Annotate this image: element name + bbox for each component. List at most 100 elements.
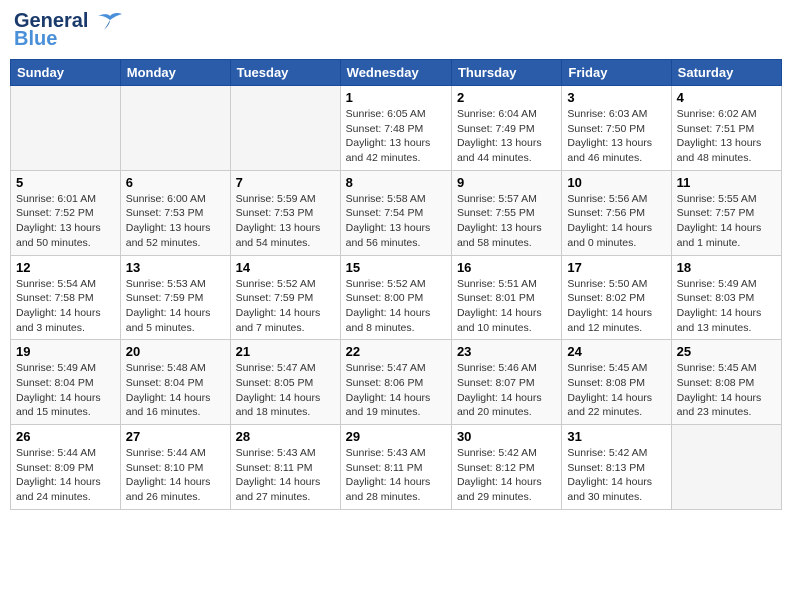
day-info: Sunrise: 5:55 AMSunset: 7:57 PMDaylight:… bbox=[677, 192, 776, 251]
day-info: Sunrise: 5:51 AMSunset: 8:01 PMDaylight:… bbox=[457, 277, 556, 336]
calendar-cell: 1 Sunrise: 6:05 AMSunset: 7:48 PMDaylight… bbox=[340, 86, 451, 171]
day-info: Sunrise: 5:44 AMSunset: 8:10 PMDaylight:… bbox=[126, 446, 225, 505]
day-info: Sunrise: 5:59 AMSunset: 7:53 PMDaylight:… bbox=[236, 192, 335, 251]
day-number: 9 bbox=[457, 175, 556, 190]
day-info: Sunrise: 6:01 AMSunset: 7:52 PMDaylight:… bbox=[16, 192, 115, 251]
day-number: 19 bbox=[16, 344, 115, 359]
calendar-week-2: 5 Sunrise: 6:01 AMSunset: 7:52 PMDaylight… bbox=[11, 170, 782, 255]
calendar-cell: 4 Sunrise: 6:02 AMSunset: 7:51 PMDaylight… bbox=[671, 86, 781, 171]
day-info: Sunrise: 5:49 AMSunset: 8:03 PMDaylight:… bbox=[677, 277, 776, 336]
calendar-cell: 17 Sunrise: 5:50 AMSunset: 8:02 PMDayligh… bbox=[562, 255, 671, 340]
day-number: 16 bbox=[457, 260, 556, 275]
calendar-cell: 12Sunrise: 5:54 AMSunset: 7:58 PMDayligh… bbox=[11, 255, 121, 340]
day-info: Sunrise: 5:44 AMSunset: 8:09 PMDaylight:… bbox=[16, 446, 115, 505]
day-info: Sunrise: 5:56 AMSunset: 7:56 PMDaylight:… bbox=[567, 192, 665, 251]
day-number: 3 bbox=[567, 90, 665, 105]
col-sunday: Sunday bbox=[11, 60, 121, 86]
day-info: Sunrise: 5:47 AMSunset: 8:05 PMDaylight:… bbox=[236, 361, 335, 420]
day-number: 10 bbox=[567, 175, 665, 190]
day-info: Sunrise: 5:54 AMSunset: 7:58 PMDaylight:… bbox=[16, 277, 115, 336]
calendar-cell: 28Sunrise: 5:43 AMSunset: 8:11 PMDayligh… bbox=[230, 425, 340, 510]
day-info: Sunrise: 6:03 AMSunset: 7:50 PMDaylight:… bbox=[567, 107, 665, 166]
day-info: Sunrise: 5:47 AMSunset: 8:06 PMDaylight:… bbox=[346, 361, 446, 420]
col-tuesday: Tuesday bbox=[230, 60, 340, 86]
day-number: 22 bbox=[346, 344, 446, 359]
calendar-cell: 7 Sunrise: 5:59 AMSunset: 7:53 PMDaylight… bbox=[230, 170, 340, 255]
day-number: 7 bbox=[236, 175, 335, 190]
calendar-cell: 27 Sunrise: 5:44 AMSunset: 8:10 PMDayligh… bbox=[120, 425, 230, 510]
calendar-cell: 31Sunrise: 5:42 AMSunset: 8:13 PMDayligh… bbox=[562, 425, 671, 510]
day-number: 4 bbox=[677, 90, 776, 105]
day-number: 30 bbox=[457, 429, 556, 444]
day-number: 17 bbox=[567, 260, 665, 275]
calendar-week-5: 26Sunrise: 5:44 AMSunset: 8:09 PMDayligh… bbox=[11, 425, 782, 510]
calendar-cell: 6 Sunrise: 6:00 AMSunset: 7:53 PMDaylight… bbox=[120, 170, 230, 255]
calendar-cell: 26Sunrise: 5:44 AMSunset: 8:09 PMDayligh… bbox=[11, 425, 121, 510]
calendar-cell: 11 Sunrise: 5:55 AMSunset: 7:57 PMDayligh… bbox=[671, 170, 781, 255]
day-info: Sunrise: 5:43 AMSunset: 8:11 PMDaylight:… bbox=[236, 446, 335, 505]
day-info: Sunrise: 5:57 AMSunset: 7:55 PMDaylight:… bbox=[457, 192, 556, 251]
page-header: General Blue bbox=[10, 10, 782, 51]
day-info: Sunrise: 5:49 AMSunset: 8:04 PMDaylight:… bbox=[16, 361, 115, 420]
calendar-cell: 10 Sunrise: 5:56 AMSunset: 7:56 PMDayligh… bbox=[562, 170, 671, 255]
day-info: Sunrise: 6:05 AMSunset: 7:48 PMDaylight:… bbox=[346, 107, 446, 166]
day-number: 14 bbox=[236, 260, 335, 275]
day-info: Sunrise: 6:04 AMSunset: 7:49 PMDaylight:… bbox=[457, 107, 556, 166]
day-info: Sunrise: 5:48 AMSunset: 8:04 PMDaylight:… bbox=[126, 361, 225, 420]
calendar-cell bbox=[230, 86, 340, 171]
day-number: 21 bbox=[236, 344, 335, 359]
day-number: 2 bbox=[457, 90, 556, 105]
calendar-cell: 8Sunrise: 5:58 AMSunset: 7:54 PMDaylight… bbox=[340, 170, 451, 255]
day-number: 27 bbox=[126, 429, 225, 444]
calendar-cell: 2 Sunrise: 6:04 AMSunset: 7:49 PMDaylight… bbox=[451, 86, 561, 171]
col-friday: Friday bbox=[562, 60, 671, 86]
day-info: Sunrise: 6:02 AMSunset: 7:51 PMDaylight:… bbox=[677, 107, 776, 166]
day-info: Sunrise: 5:42 AMSunset: 8:12 PMDaylight:… bbox=[457, 446, 556, 505]
day-number: 6 bbox=[126, 175, 225, 190]
day-info: Sunrise: 5:45 AMSunset: 8:08 PMDaylight:… bbox=[677, 361, 776, 420]
calendar-cell: 18 Sunrise: 5:49 AMSunset: 8:03 PMDayligh… bbox=[671, 255, 781, 340]
logo: General Blue bbox=[14, 10, 124, 51]
logo-bird-icon bbox=[96, 12, 124, 32]
day-number: 11 bbox=[677, 175, 776, 190]
day-info: Sunrise: 5:43 AMSunset: 8:11 PMDaylight:… bbox=[346, 446, 446, 505]
calendar-cell: 21 Sunrise: 5:47 AMSunset: 8:05 PMDayligh… bbox=[230, 340, 340, 425]
calendar-cell: 30 Sunrise: 5:42 AMSunset: 8:12 PMDayligh… bbox=[451, 425, 561, 510]
calendar-cell: 14Sunrise: 5:52 AMSunset: 7:59 PMDayligh… bbox=[230, 255, 340, 340]
calendar-week-3: 12Sunrise: 5:54 AMSunset: 7:58 PMDayligh… bbox=[11, 255, 782, 340]
calendar-table: Sunday Monday Tuesday Wednesday Thursday… bbox=[10, 59, 782, 510]
day-number: 1 bbox=[346, 90, 446, 105]
day-number: 18 bbox=[677, 260, 776, 275]
calendar-cell bbox=[671, 425, 781, 510]
calendar-cell: 19 Sunrise: 5:49 AMSunset: 8:04 PMDayligh… bbox=[11, 340, 121, 425]
day-number: 13 bbox=[126, 260, 225, 275]
calendar-cell: 29 Sunrise: 5:43 AMSunset: 8:11 PMDayligh… bbox=[340, 425, 451, 510]
day-info: Sunrise: 5:50 AMSunset: 8:02 PMDaylight:… bbox=[567, 277, 665, 336]
day-info: Sunrise: 5:42 AMSunset: 8:13 PMDaylight:… bbox=[567, 446, 665, 505]
calendar-cell: 24Sunrise: 5:45 AMSunset: 8:08 PMDayligh… bbox=[562, 340, 671, 425]
day-number: 25 bbox=[677, 344, 776, 359]
day-info: Sunrise: 5:45 AMSunset: 8:08 PMDaylight:… bbox=[567, 361, 665, 420]
logo-blue: Blue bbox=[14, 28, 57, 51]
calendar-cell: 3 Sunrise: 6:03 AMSunset: 7:50 PMDaylight… bbox=[562, 86, 671, 171]
day-number: 29 bbox=[346, 429, 446, 444]
day-info: Sunrise: 6:00 AMSunset: 7:53 PMDaylight:… bbox=[126, 192, 225, 251]
day-info: Sunrise: 5:52 AMSunset: 8:00 PMDaylight:… bbox=[346, 277, 446, 336]
calendar-cell: 22 Sunrise: 5:47 AMSunset: 8:06 PMDayligh… bbox=[340, 340, 451, 425]
calendar-cell: 13 Sunrise: 5:53 AMSunset: 7:59 PMDayligh… bbox=[120, 255, 230, 340]
day-info: Sunrise: 5:53 AMSunset: 7:59 PMDaylight:… bbox=[126, 277, 225, 336]
calendar-week-4: 19 Sunrise: 5:49 AMSunset: 8:04 PMDayligh… bbox=[11, 340, 782, 425]
col-wednesday: Wednesday bbox=[340, 60, 451, 86]
col-monday: Monday bbox=[120, 60, 230, 86]
calendar-cell: 9 Sunrise: 5:57 AMSunset: 7:55 PMDaylight… bbox=[451, 170, 561, 255]
calendar-week-1: 1 Sunrise: 6:05 AMSunset: 7:48 PMDaylight… bbox=[11, 86, 782, 171]
day-number: 23 bbox=[457, 344, 556, 359]
calendar-header-row: Sunday Monday Tuesday Wednesday Thursday… bbox=[11, 60, 782, 86]
calendar-body: 1 Sunrise: 6:05 AMSunset: 7:48 PMDaylight… bbox=[11, 86, 782, 510]
day-number: 8 bbox=[346, 175, 446, 190]
calendar-cell: 23Sunrise: 5:46 AMSunset: 8:07 PMDayligh… bbox=[451, 340, 561, 425]
col-saturday: Saturday bbox=[671, 60, 781, 86]
calendar-cell: 25 Sunrise: 5:45 AMSunset: 8:08 PMDayligh… bbox=[671, 340, 781, 425]
day-number: 5 bbox=[16, 175, 115, 190]
col-thursday: Thursday bbox=[451, 60, 561, 86]
